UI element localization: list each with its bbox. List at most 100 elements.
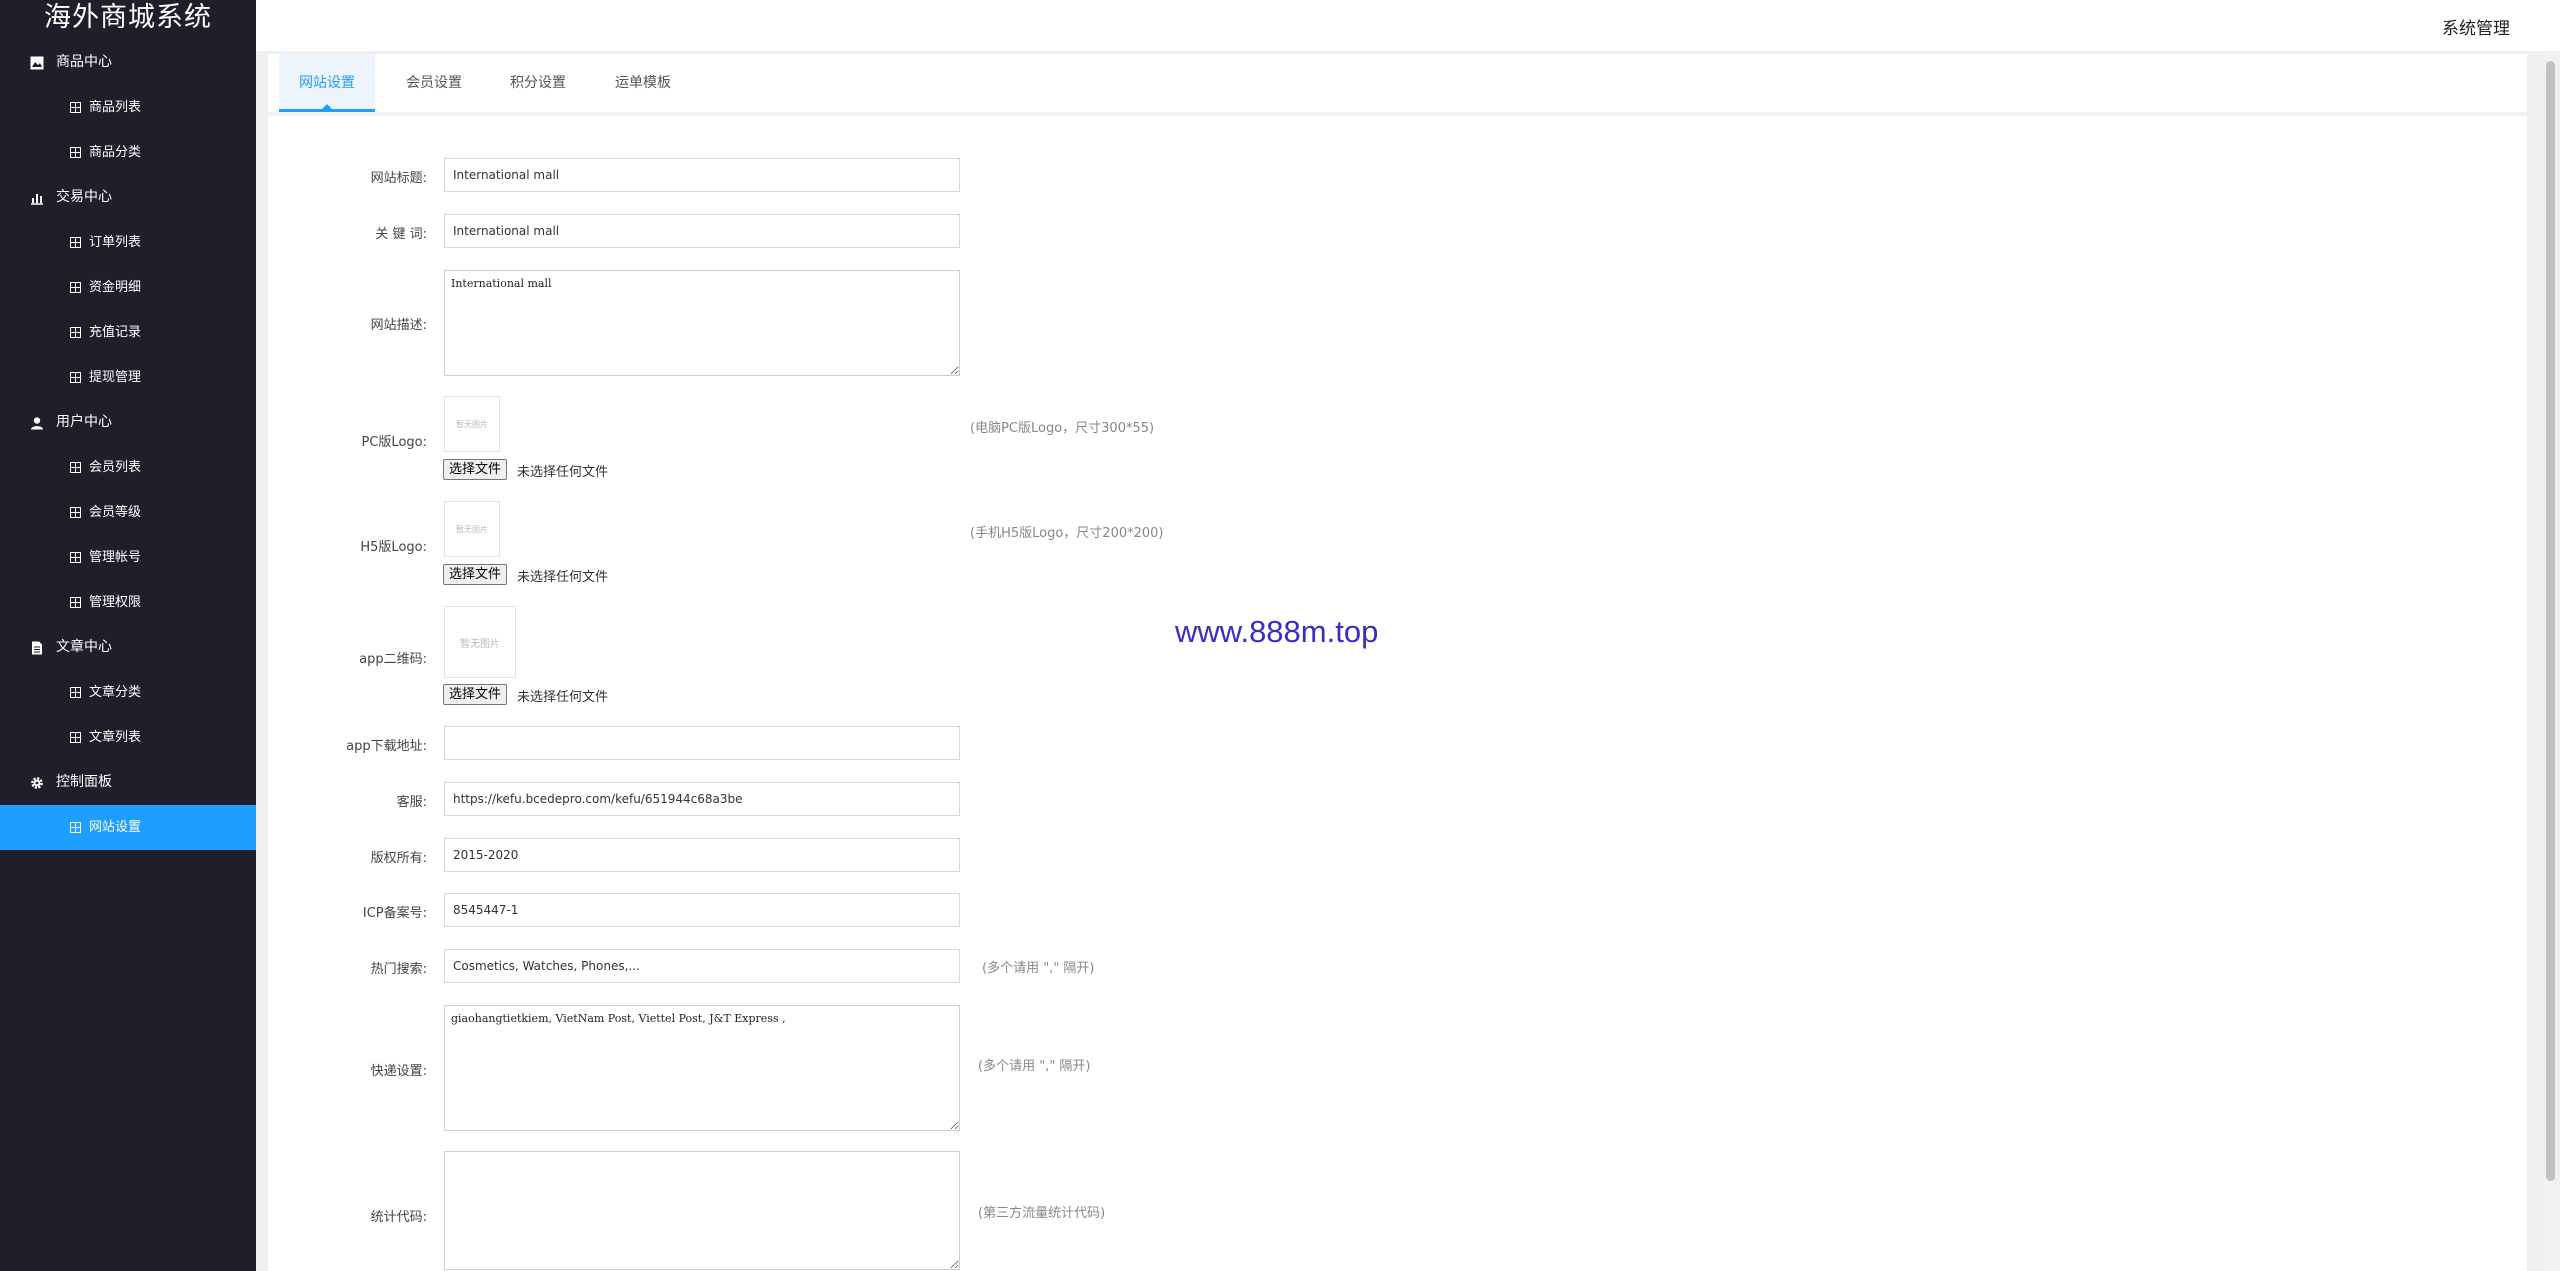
grid-icon bbox=[70, 327, 81, 338]
h5-logo-choose-file-button[interactable]: 选择文件 bbox=[443, 564, 508, 585]
app-title: 海外商城系统 bbox=[44, 2, 212, 33]
app-qrcode-preview: 暂无图片 bbox=[444, 606, 516, 678]
customer-service-label: 客服: bbox=[396, 795, 427, 810]
keywords-input[interactable] bbox=[444, 214, 960, 248]
sidebar-item-label: 订单列表 bbox=[89, 235, 142, 250]
sidebar-group-label: 控制面板 bbox=[56, 774, 112, 790]
hot-search-hint: (多个请用 "," 隔开) bbox=[982, 961, 1095, 976]
sidebar-item-article-list[interactable]: 文章列表 bbox=[0, 715, 256, 760]
sidebar-group-label: 文章中心 bbox=[56, 639, 112, 655]
sidebar-item-label: 文章列表 bbox=[89, 730, 142, 745]
sidebar-group-goods[interactable]: 商品中心 bbox=[0, 40, 256, 85]
pc-logo-preview: 暂无图片 bbox=[444, 396, 500, 452]
pc-logo-choose-file-button[interactable]: 选择文件 bbox=[443, 459, 508, 480]
sidebar-item-admin-permissions[interactable]: 管理权限 bbox=[0, 580, 256, 625]
grid-icon bbox=[70, 687, 81, 698]
grid-icon bbox=[70, 147, 81, 158]
grid-icon bbox=[70, 732, 81, 743]
customer-service-input[interactable] bbox=[444, 782, 960, 816]
sidebar-item-site-settings[interactable]: 网站设置 bbox=[0, 805, 256, 850]
tab-site-settings[interactable]: 网站设置 bbox=[279, 54, 375, 112]
sidebar-group-user[interactable]: 用户中心 bbox=[0, 400, 256, 445]
stats-code-textarea[interactable] bbox=[444, 1151, 960, 1270]
copyright-label: 版权所有: bbox=[370, 851, 427, 866]
grid-icon bbox=[70, 552, 81, 563]
sidebar-group-label: 商品中心 bbox=[56, 54, 112, 70]
top-header: 系统管理 bbox=[256, 0, 2560, 51]
app-qrcode-choose-file-button[interactable]: 选择文件 bbox=[443, 684, 508, 705]
sidebar-group-label: 交易中心 bbox=[56, 189, 112, 205]
sidebar-item-orders[interactable]: 订单列表 bbox=[0, 220, 256, 265]
sidebar-item-label: 会员等级 bbox=[89, 505, 142, 520]
grid-icon bbox=[70, 237, 81, 248]
sidebar-item-goods-list[interactable]: 商品列表 bbox=[0, 85, 256, 130]
sidebar-item-goods-category[interactable]: 商品分类 bbox=[0, 130, 256, 175]
sidebar-item-label: 资金明细 bbox=[89, 280, 142, 295]
sidebar-item-label: 管理权限 bbox=[89, 595, 142, 610]
site-title-label: 网站标题: bbox=[370, 171, 427, 186]
stats-code-label: 统计代码: bbox=[370, 1210, 427, 1225]
sidebar-item-member-levels[interactable]: 会员等级 bbox=[0, 490, 256, 535]
hot-search-input[interactable] bbox=[444, 949, 960, 983]
stats-code-hint: (第三方流量统计代码) bbox=[978, 1206, 1106, 1221]
site-title-input[interactable] bbox=[444, 158, 960, 192]
settings-tabs: 网站设置 会员设置 积分设置 运单模板 bbox=[268, 54, 2527, 116]
sidebar: 海外商城系统 商品中心 商品列表 商品分类 交易中心 订单列表 资金明细 充值记… bbox=[0, 0, 256, 1271]
tab-waybill-template[interactable]: 运单模板 bbox=[595, 54, 691, 112]
grid-icon bbox=[70, 102, 81, 113]
system-management-link[interactable]: 系统管理 bbox=[2442, 14, 2510, 39]
sidebar-item-funds[interactable]: 资金明细 bbox=[0, 265, 256, 310]
sidebar-item-label: 商品列表 bbox=[89, 100, 142, 115]
grid-icon bbox=[70, 507, 81, 518]
app-download-label: app下载地址: bbox=[346, 739, 427, 754]
grid-icon bbox=[70, 282, 81, 293]
express-textarea[interactable]: giaohangtietkiem, VietNam Post, Viettel … bbox=[444, 1005, 960, 1131]
icp-input[interactable] bbox=[444, 893, 960, 927]
app-download-input[interactable] bbox=[444, 726, 960, 760]
copyright-input[interactable] bbox=[444, 838, 960, 872]
sidebar-item-article-category[interactable]: 文章分类 bbox=[0, 670, 256, 715]
express-hint: (多个请用 "," 隔开) bbox=[978, 1059, 1091, 1074]
page-scrollbar[interactable] bbox=[2541, 51, 2560, 1271]
h5-logo-preview: 暂无图片 bbox=[444, 501, 500, 557]
watermark-text: www.888m.top bbox=[1175, 614, 1379, 649]
app-qrcode-label: app二维码: bbox=[359, 652, 427, 667]
pc-logo-file-status: 未选择任何文件 bbox=[517, 465, 609, 480]
sidebar-item-label: 充值记录 bbox=[89, 325, 142, 340]
sidebar-item-members[interactable]: 会员列表 bbox=[0, 445, 256, 490]
h5-logo-hint: (手机H5版Logo，尺寸200*200) bbox=[970, 526, 1164, 541]
grid-icon bbox=[70, 372, 81, 383]
sidebar-item-recharge[interactable]: 充值记录 bbox=[0, 310, 256, 355]
sidebar-item-label: 会员列表 bbox=[89, 460, 142, 475]
sidebar-group-control-panel[interactable]: 控制面板 bbox=[0, 760, 256, 805]
sidebar-item-label: 文章分类 bbox=[89, 685, 142, 700]
keywords-label: 关 键 词: bbox=[375, 227, 427, 242]
sidebar-item-label: 管理帐号 bbox=[89, 550, 142, 565]
grid-icon bbox=[70, 597, 81, 608]
sidebar-group-trade[interactable]: 交易中心 bbox=[0, 175, 256, 220]
picture-icon bbox=[30, 56, 44, 70]
document-icon bbox=[32, 641, 42, 655]
sidebar-item-label: 提现管理 bbox=[89, 370, 142, 385]
tab-points-settings[interactable]: 积分设置 bbox=[490, 54, 586, 112]
app-qrcode-file-status: 未选择任何文件 bbox=[517, 690, 609, 705]
sidebar-group-article[interactable]: 文章中心 bbox=[0, 625, 256, 670]
pc-logo-hint: (电脑PC版Logo，尺寸300*55) bbox=[970, 421, 1155, 436]
gear-icon bbox=[31, 777, 43, 789]
pc-logo-label: PC版Logo: bbox=[361, 435, 427, 450]
description-label: 网站描述: bbox=[370, 318, 427, 333]
sidebar-item-withdraw[interactable]: 提现管理 bbox=[0, 355, 256, 400]
grid-icon bbox=[70, 462, 81, 473]
h5-logo-file-status: 未选择任何文件 bbox=[517, 570, 609, 585]
icp-label: ICP备案号: bbox=[362, 906, 427, 921]
description-textarea[interactable]: International mall bbox=[444, 270, 960, 376]
tab-member-settings[interactable]: 会员设置 bbox=[386, 54, 482, 112]
chart-icon bbox=[31, 194, 43, 205]
scrollbar-thumb[interactable] bbox=[2546, 61, 2555, 1181]
sidebar-item-label: 商品分类 bbox=[89, 145, 142, 160]
user-icon bbox=[31, 417, 43, 430]
h5-logo-label: H5版Logo: bbox=[360, 540, 427, 555]
sidebar-group-label: 用户中心 bbox=[56, 414, 112, 430]
sidebar-item-admin-accounts[interactable]: 管理帐号 bbox=[0, 535, 256, 580]
hot-search-label: 热门搜索: bbox=[370, 962, 427, 977]
